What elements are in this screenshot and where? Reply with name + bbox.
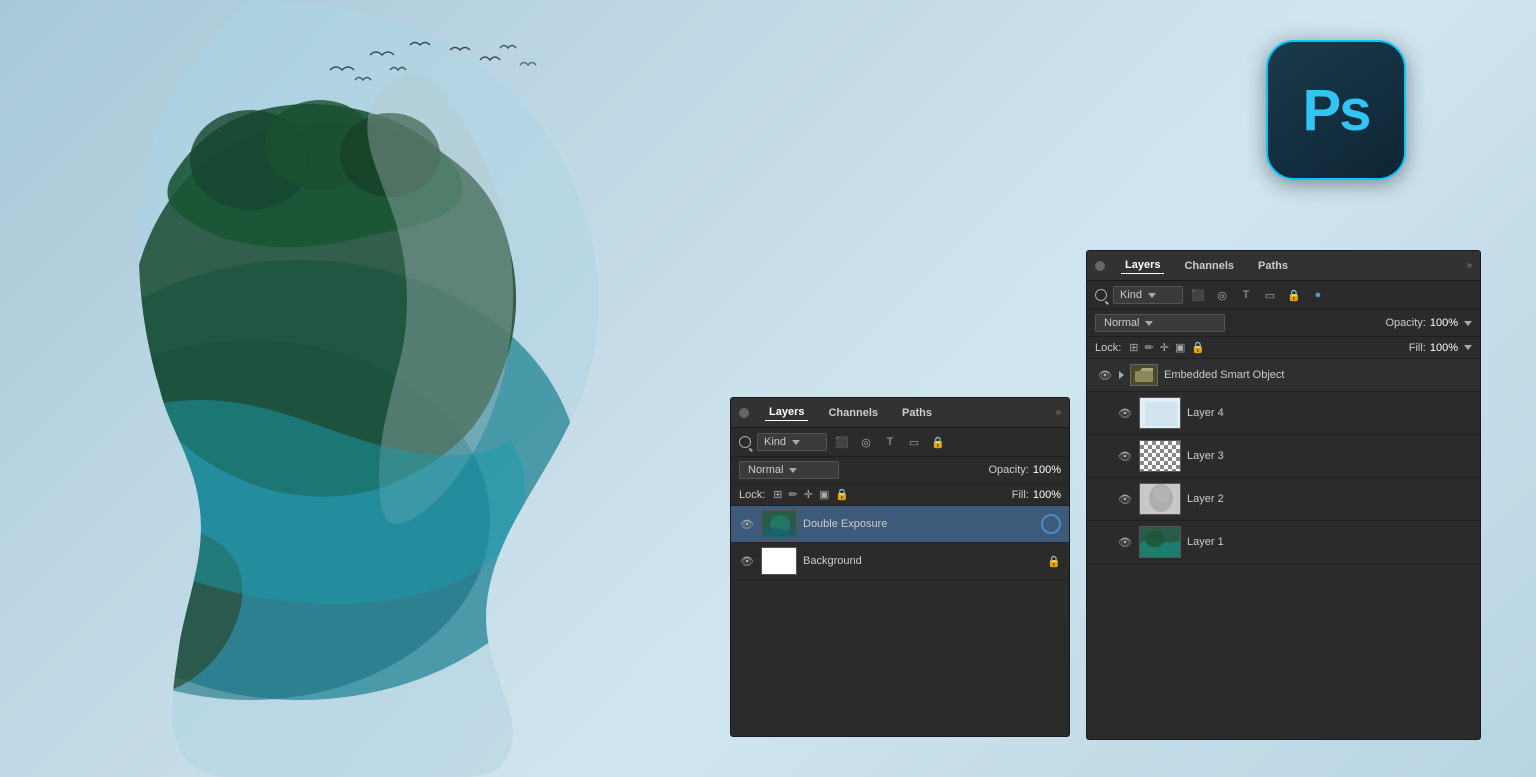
layer-item-3[interactable]: 👁 Layer 3: [1087, 435, 1480, 478]
search-icon-small: [739, 436, 751, 448]
tab-channels-small[interactable]: Channels: [824, 405, 882, 421]
lock-icons-small: ⊞ ✏ ✛ ▣ 🔒: [773, 488, 849, 501]
lock-artboard-small[interactable]: ▣: [819, 488, 829, 501]
adjustment-filter-btn-large[interactable]: ◎: [1213, 286, 1231, 304]
shape-filter-btn-small[interactable]: ▭: [905, 433, 923, 451]
adjustment-filter-btn-small[interactable]: ◎: [857, 433, 875, 451]
lock-transparency-large[interactable]: ⊞: [1129, 341, 1138, 354]
visibility-layer1[interactable]: 👁: [1117, 534, 1133, 550]
lock-row-small: Lock: ⊞ ✏ ✛ ▣ 🔒 Fill: 100%: [731, 484, 1069, 506]
filter-active-btn-large[interactable]: ●: [1309, 286, 1327, 304]
layer-name-double-exposure: Double Exposure: [803, 518, 1035, 530]
layer-name-2: Layer 2: [1187, 493, 1470, 505]
layer-item-background[interactable]: 👁 Background 🔒: [731, 543, 1069, 580]
visibility-background[interactable]: 👁: [739, 553, 755, 569]
blend-chevron-large: [1145, 321, 1153, 326]
lock-paint-large[interactable]: ✏: [1145, 341, 1154, 354]
folder-thumb: [1130, 364, 1158, 386]
blend-mode-small[interactable]: Normal: [739, 461, 839, 479]
blend-row-small: Normal Opacity: 100%: [731, 457, 1069, 484]
portrait-area: [0, 0, 780, 777]
kind-chevron-small: [792, 440, 800, 445]
blend-row-large: Normal Opacity: 100%: [1087, 310, 1480, 337]
thumb-layer1: [1139, 526, 1181, 558]
opacity-control-small: Opacity: 100%: [989, 464, 1062, 476]
layer-name-3: Layer 3: [1187, 450, 1470, 462]
layers-list-small: 👁 Double Exposure 👁 Background 🔒: [731, 506, 1069, 580]
panel-large-close[interactable]: [1095, 261, 1105, 271]
panel-small-more[interactable]: »: [1055, 407, 1061, 418]
panel-small-header: Layers Channels Paths »: [731, 398, 1069, 428]
fill-control-small: Fill: 100%: [1012, 489, 1061, 501]
type-filter-btn-small[interactable]: T: [881, 433, 899, 451]
kind-chevron-large: [1148, 293, 1156, 298]
panel-small-close[interactable]: [739, 408, 749, 418]
layers-panel-small[interactable]: Layers Channels Paths » Kind ⬛ ◎ T ▭ 🔒 N…: [730, 397, 1070, 737]
tab-channels-large[interactable]: Channels: [1180, 258, 1238, 274]
visibility-layer2[interactable]: 👁: [1117, 491, 1133, 507]
blend-chevron-small: [789, 468, 797, 473]
thumb-layer3: [1139, 440, 1181, 472]
layer-item-double-exposure[interactable]: 👁 Double Exposure: [731, 506, 1069, 543]
opacity-chevron-large: [1464, 321, 1472, 326]
search-icon-large: [1095, 289, 1107, 301]
kind-select-small[interactable]: Kind: [757, 433, 827, 451]
blend-mode-large[interactable]: Normal: [1095, 314, 1225, 332]
tab-paths-large[interactable]: Paths: [1254, 258, 1292, 274]
pixel-filter-btn-small[interactable]: ⬛: [833, 433, 851, 451]
tab-paths-small[interactable]: Paths: [898, 405, 936, 421]
visibility-group[interactable]: 👁: [1097, 367, 1113, 383]
layer-item-1[interactable]: 👁 Layer 1: [1087, 521, 1480, 564]
thumb-double-exposure: [761, 510, 797, 538]
birds: [300, 30, 600, 110]
lock-artboard-large[interactable]: ▣: [1175, 341, 1185, 354]
tab-layers-small[interactable]: Layers: [765, 404, 808, 421]
kind-row-small: Kind ⬛ ◎ T ▭ 🔒: [731, 428, 1069, 457]
lock-move-large[interactable]: ✛: [1160, 341, 1169, 354]
layers-panel-large[interactable]: Layers Channels Paths » Kind ⬛ ◎ T ▭ 🔒 ●…: [1086, 250, 1481, 740]
pixel-filter-btn-large[interactable]: ⬛: [1189, 286, 1207, 304]
smartobject-filter-btn-small[interactable]: 🔒: [929, 433, 947, 451]
portrait-silhouette: [50, 0, 730, 777]
lock-paint-small[interactable]: ✏: [789, 488, 798, 501]
layer-name-4: Layer 4: [1187, 407, 1470, 419]
layer-name-1: Layer 1: [1187, 536, 1470, 548]
shape-filter-btn-large[interactable]: ▭: [1261, 286, 1279, 304]
group-name: Embedded Smart Object: [1164, 369, 1470, 381]
lock-all-large[interactable]: 🔒: [1191, 341, 1205, 354]
lock-move-small[interactable]: ✛: [804, 488, 813, 501]
kind-select-large[interactable]: Kind: [1113, 286, 1183, 304]
smart-object-group-header[interactable]: 👁 Embedded Smart Object: [1087, 359, 1480, 392]
fill-control-large: Fill: 100%: [1409, 342, 1472, 354]
fill-chevron-large: [1464, 345, 1472, 350]
lock-background: 🔒: [1047, 555, 1061, 568]
layer-item-4[interactable]: 👁 Layer 4: [1087, 392, 1480, 435]
thumb-layer2: [1139, 483, 1181, 515]
ps-logo: Ps: [1266, 40, 1406, 180]
visibility-layer4[interactable]: 👁: [1117, 405, 1133, 421]
type-filter-btn-large[interactable]: T: [1237, 286, 1255, 304]
kind-row-large: Kind ⬛ ◎ T ▭ 🔒 ●: [1087, 281, 1480, 310]
visibility-double-exposure[interactable]: 👁: [739, 516, 755, 532]
visibility-layer3[interactable]: 👁: [1117, 448, 1133, 464]
thumb-layer4: [1139, 397, 1181, 429]
lock-all-small[interactable]: 🔒: [835, 488, 849, 501]
ps-logo-text: Ps: [1303, 77, 1370, 144]
thumb-background: [761, 547, 797, 575]
panel-large-more[interactable]: »: [1466, 260, 1472, 271]
lock-transparency-small[interactable]: ⊞: [773, 488, 782, 501]
smart-object-badge-double-exposure: [1041, 514, 1061, 534]
lock-row-large: Lock: ⊞ ✏ ✛ ▣ 🔒 Fill: 100%: [1087, 337, 1480, 359]
smartobject-filter-btn-large[interactable]: 🔒: [1285, 286, 1303, 304]
group-expand-arrow[interactable]: [1119, 371, 1124, 379]
layer-name-background: Background: [803, 555, 1041, 567]
opacity-control-large: Opacity: 100%: [1386, 317, 1473, 329]
layer-item-2[interactable]: 👁 Layer 2: [1087, 478, 1480, 521]
panel-large-header: Layers Channels Paths »: [1087, 251, 1480, 281]
tab-layers-large[interactable]: Layers: [1121, 257, 1164, 274]
lock-icons-large: ⊞ ✏ ✛ ▣ 🔒: [1129, 341, 1205, 354]
